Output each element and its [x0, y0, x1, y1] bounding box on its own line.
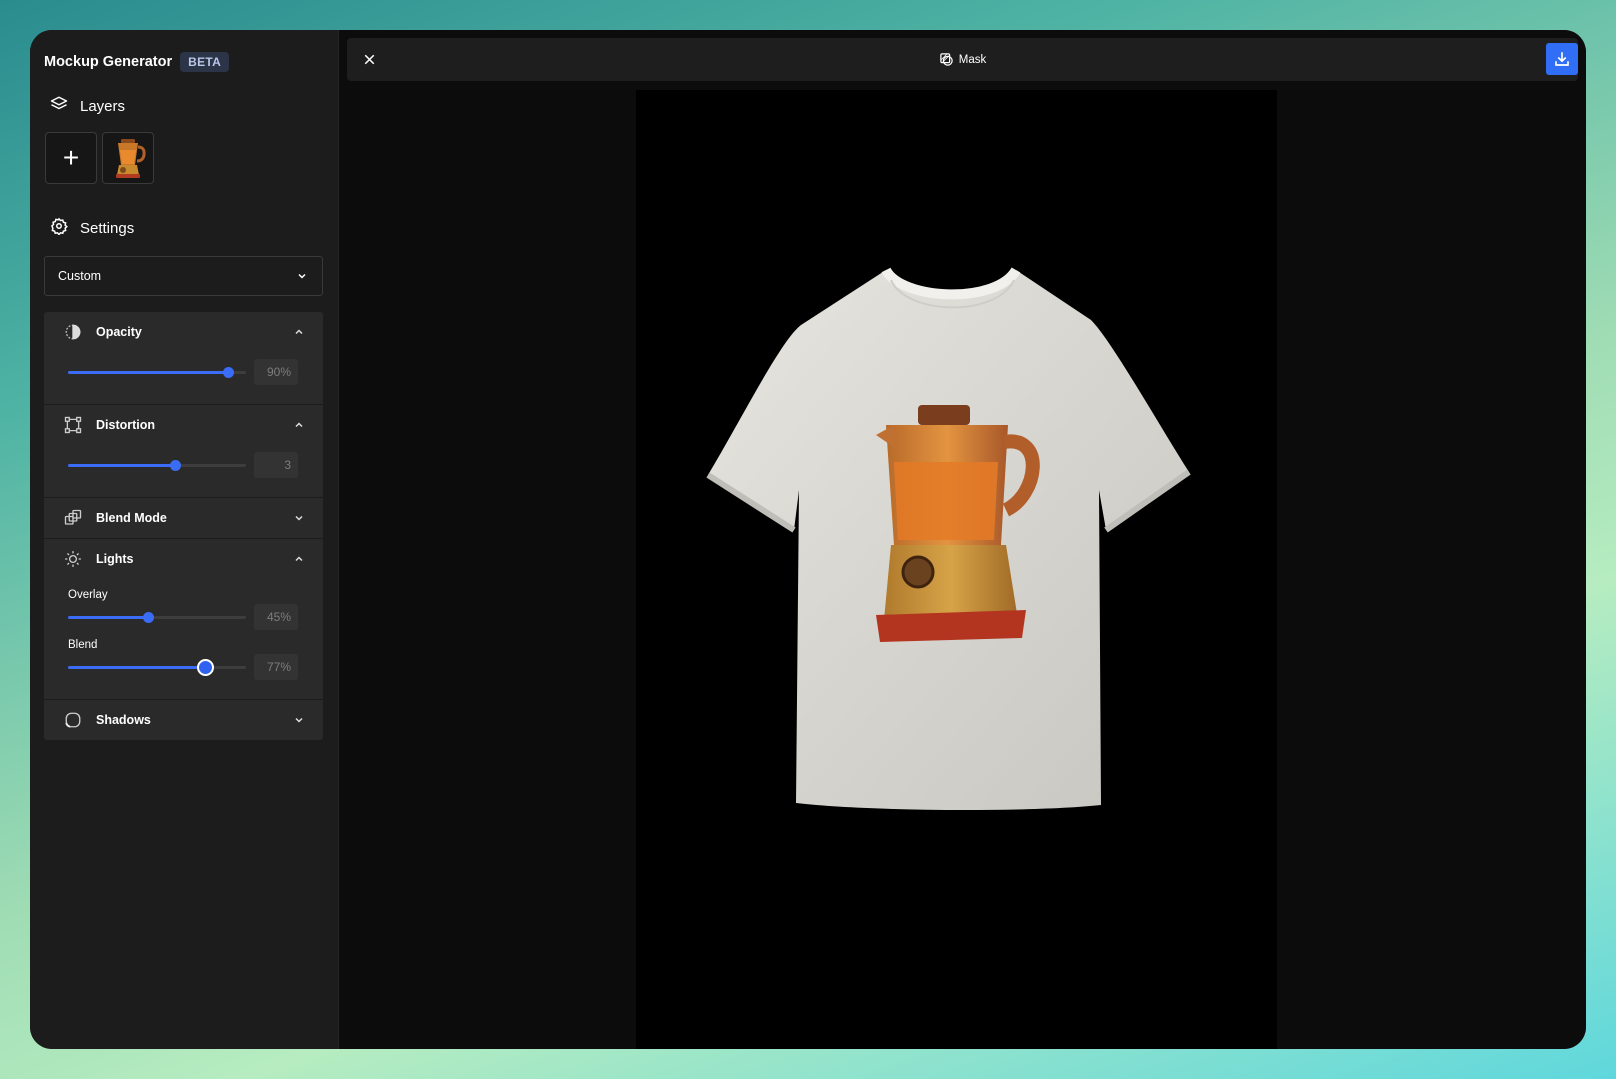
tshirt-mockup-image [706, 266, 1191, 811]
overlay-slider-fill [68, 615, 149, 619]
top-toolbar: Mask [347, 38, 1578, 81]
distortion-slider-fill [68, 463, 175, 467]
distortion-slider-thumb[interactable] [169, 459, 181, 471]
blend-mode-header[interactable]: Blend Mode [44, 498, 323, 538]
mask-label: Mask [958, 53, 987, 66]
distortion-value[interactable]: 3 [254, 452, 298, 478]
layers-list: + [44, 132, 324, 184]
sun-icon [64, 550, 82, 568]
mockup-canvas[interactable] [636, 90, 1277, 1049]
layers-label: Layers [80, 97, 126, 115]
opacity-slider-fill [68, 370, 229, 374]
gear-icon [50, 217, 68, 239]
brand: Mockup Generator BETA [44, 46, 324, 78]
beta-badge: BETA [180, 52, 230, 72]
settings-panel: Opacity 90% Distortion 3 Blend Mode Ligh… [44, 312, 323, 740]
chevron-down-icon[interactable] [293, 512, 305, 524]
shadows-header[interactable]: Shadows [44, 700, 323, 740]
overlay-label: Overlay [68, 589, 108, 601]
distortion-slider[interactable] [68, 459, 246, 471]
mask-icon [940, 53, 953, 66]
overlay-slider[interactable] [68, 611, 246, 623]
layers-icon [50, 95, 68, 117]
overlay-slider-thumb[interactable] [143, 611, 155, 623]
preset-select[interactable]: Custom [44, 256, 323, 296]
blend-mode-label: Blend Mode [96, 511, 167, 525]
distortion-section: Distortion 3 [44, 405, 323, 498]
lights-label: Lights [96, 552, 134, 566]
tshirt-collar [881, 266, 1021, 300]
lights-body: Overlay 45% Blend 77% [44, 579, 323, 699]
chevron-down-icon[interactable] [293, 714, 305, 726]
overlay-value[interactable]: 45% [254, 604, 298, 630]
plus-icon: + [62, 142, 80, 173]
add-layer-button[interactable]: + [45, 132, 97, 184]
app-title: Mockup Generator [44, 54, 173, 70]
blend-slider[interactable] [68, 658, 246, 676]
lights-header[interactable]: Lights [44, 539, 323, 579]
chevron-up-icon[interactable] [293, 553, 305, 565]
opacity-value[interactable]: 90% [254, 359, 298, 385]
opacity-slider[interactable] [68, 366, 246, 378]
blend-label: Blend [68, 639, 98, 651]
chevron-up-icon[interactable] [293, 326, 305, 338]
shadows-section: Shadows [44, 700, 323, 740]
blend-value[interactable]: 77% [254, 654, 298, 680]
opacity-label: Opacity [96, 325, 142, 339]
layer-thumbnail-blender[interactable] [102, 132, 154, 184]
lights-section: Lights Overlay 45% Blend 77% [44, 539, 323, 700]
layers-header: Layers [44, 92, 324, 120]
transform-icon [64, 416, 82, 434]
rounded-square-icon [64, 711, 82, 729]
opacity-section: Opacity 90% [44, 312, 323, 405]
opacity-body: 90% [44, 352, 323, 404]
chevron-up-icon[interactable] [293, 419, 305, 431]
close-icon[interactable] [361, 51, 378, 68]
preset-value: Custom [58, 269, 102, 283]
blend-mode-section: Blend Mode [44, 498, 323, 539]
half-circle-icon [64, 323, 82, 341]
chevron-down-icon [298, 273, 306, 279]
distortion-header[interactable]: Distortion [44, 405, 323, 445]
opacity-slider-thumb[interactable] [223, 366, 235, 378]
stack-icon [64, 509, 82, 527]
download-button[interactable] [1546, 43, 1578, 75]
download-icon [1555, 52, 1569, 66]
blender-thumbnail [116, 139, 146, 178]
workspace: Mask [339, 30, 1586, 1049]
settings-label: Settings [80, 219, 135, 237]
blend-slider-thumb[interactable] [197, 658, 215, 676]
blend-slider-fill [68, 665, 206, 669]
sidebar: Mockup Generator BETA Layers + Settings … [30, 30, 339, 1049]
distortion-body: 3 [44, 445, 323, 497]
settings-header: Settings [44, 214, 324, 242]
shadows-label: Shadows [96, 713, 151, 727]
distortion-label: Distortion [96, 418, 156, 432]
app-window: Mockup Generator BETA Layers + Settings … [30, 30, 1586, 1049]
mask-button[interactable]: Mask [939, 52, 986, 67]
opacity-header[interactable]: Opacity [44, 312, 323, 352]
